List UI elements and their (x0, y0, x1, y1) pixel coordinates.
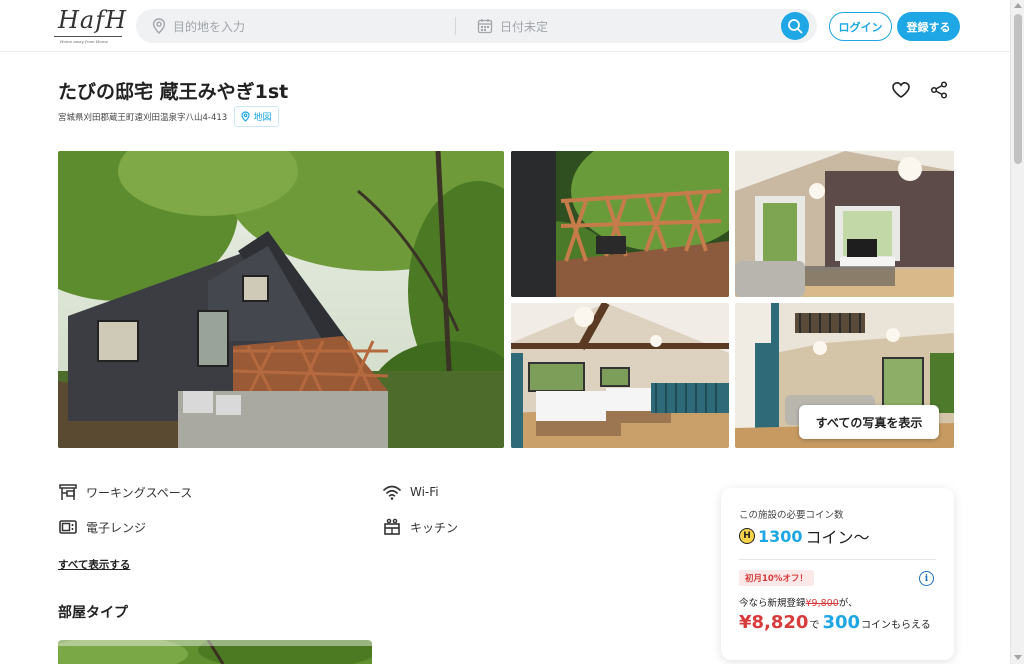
promo-suffix: が、 (838, 598, 858, 609)
photo-deck[interactable] (511, 151, 729, 297)
show-all-photos-button[interactable]: すべての写真を表示 (799, 405, 939, 439)
logo-tagline: Home away from Home (60, 39, 108, 44)
amenity-label: 電子レンジ (86, 520, 147, 535)
amenity-label: Wi-Fi (410, 485, 439, 499)
price-card: この施設の必要コイン数 H 1300 コイン〜 初月10%オフ！ i 今なら新規… (721, 488, 954, 660)
room-types-heading: 部屋タイプ (58, 605, 128, 621)
amenity-label: ワーキングスペース (86, 485, 193, 500)
search-divider (455, 17, 456, 35)
favorite-heart-icon[interactable] (891, 80, 911, 100)
promo-original-price: ¥9,800 (805, 598, 839, 609)
share-icon[interactable] (929, 80, 949, 100)
calendar-icon (477, 19, 493, 34)
destination-placeholder: 目的地を入力 (173, 19, 246, 34)
destination-field[interactable]: 目的地を入力 (152, 9, 245, 43)
promo-prefix: 今なら新規登録 (739, 598, 806, 609)
scrollbar-thumb[interactable] (1014, 14, 1022, 164)
required-coins-label: この施設の必要コイン数 (739, 510, 844, 521)
promo-te: で (809, 620, 820, 631)
required-coins: H 1300 コイン〜 (739, 524, 870, 548)
microwave-icon (59, 520, 77, 534)
promo-price: ¥8,820 (739, 612, 809, 633)
promo-offer: ¥8,820 で 300 コインもらえる (739, 612, 931, 633)
scroll-up-arrow[interactable] (1014, 3, 1022, 8)
room-type-photo[interactable] (58, 640, 372, 664)
promo-text: 今なら新規登録¥9,800が、 (739, 595, 858, 609)
listing-address: 宮城県刈田郡蔵王町遠刈田温泉字八山4-413 (58, 113, 228, 123)
location-pin-icon (241, 111, 251, 122)
search-bar[interactable]: 目的地を入力 日付未定 (136, 9, 817, 43)
logo-underline (54, 36, 122, 37)
amenity-kitchen: キッチン (382, 517, 458, 537)
card-divider (739, 559, 936, 560)
coin-suffix: コイン〜 (805, 528, 870, 547)
main-photo-house-exterior[interactable] (58, 151, 504, 448)
coin-amount: 1300 (758, 526, 803, 546)
info-icon[interactable]: i (919, 571, 934, 586)
promo-coins: 300 (822, 612, 861, 633)
page-scrollbar[interactable] (1010, 0, 1024, 664)
page-title: たびの邸宅 蔵王みやぎ1st (58, 81, 289, 103)
photo-living-room[interactable] (735, 151, 954, 297)
login-button[interactable]: ログイン (829, 12, 892, 41)
scroll-down-arrow[interactable] (1014, 655, 1022, 660)
promo-coins-suffix: コインもらえる (861, 620, 931, 631)
date-placeholder: 日付未定 (500, 19, 549, 34)
map-button[interactable]: 地図 (234, 106, 279, 127)
map-label: 地図 (253, 113, 272, 123)
header: HafH Home away from Home 目的地を入力 日付未定 ログイ… (0, 0, 1010, 52)
wifi-icon (383, 485, 401, 500)
amenity-workspace: ワーキングスペース (58, 482, 192, 502)
search-button[interactable] (781, 12, 809, 40)
logo[interactable]: HafH Home away from Home (52, 6, 126, 46)
logo-text: HafH (58, 6, 128, 34)
amenity-wifi: Wi-Fi (382, 482, 439, 502)
register-button[interactable]: 登録する (897, 12, 960, 41)
coin-icon: H (739, 528, 755, 544)
show-all-amenities-link[interactable]: すべて表示する (58, 557, 130, 572)
amenity-label: キッチン (410, 520, 459, 535)
kitchen-icon (384, 518, 400, 535)
photo-bedroom[interactable] (511, 303, 729, 448)
amenity-microwave: 電子レンジ (58, 517, 146, 537)
location-pin-icon (152, 18, 166, 34)
promo-badge: 初月10%オフ！ (739, 570, 814, 586)
search-icon (788, 19, 803, 34)
date-field[interactable]: 日付未定 (477, 9, 548, 43)
workspace-icon (59, 484, 77, 500)
